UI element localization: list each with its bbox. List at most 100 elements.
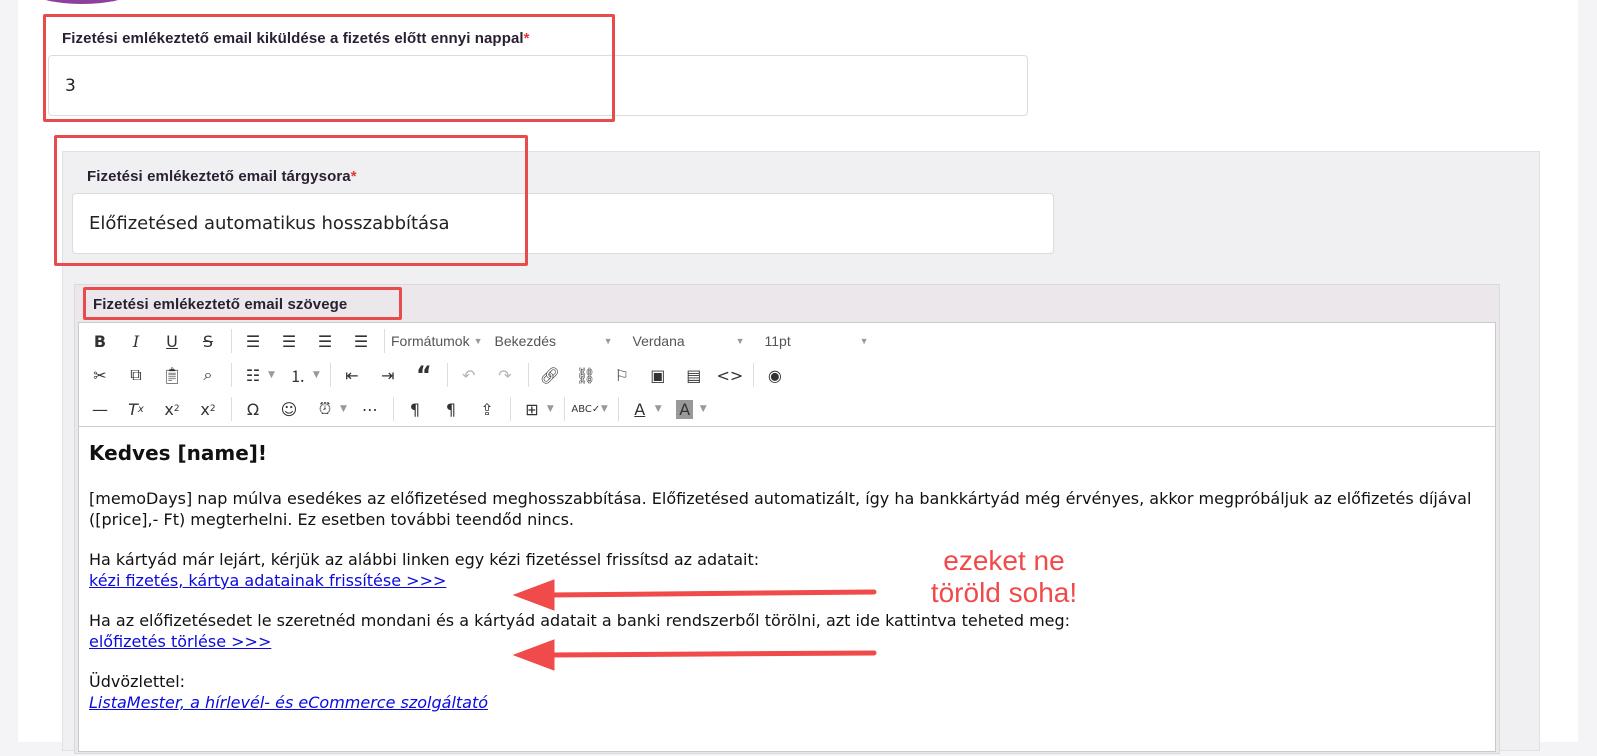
toolbar-separator: [752, 363, 754, 387]
font-size-dropdown-label: 11pt: [764, 333, 791, 349]
toolbar-separator: [446, 363, 448, 387]
toolbar-separator: [231, 329, 232, 353]
editor-toolbar: B I U S ☰ ☰ ☰ ☰ Formátumok ▼ Bekezdés ▼ Ve…: [79, 323, 1495, 427]
chevron-down-icon: ▼: [603, 336, 613, 346]
unlink-icon[interactable]: ⛓: [571, 361, 601, 389]
cut-icon[interactable]: ✂: [85, 361, 115, 389]
bookmark-icon[interactable]: ⚐: [607, 361, 637, 389]
toolbar-separator: [563, 397, 565, 421]
email-closing: Üdvözlettel: ListaMester, a hírlevél- és…: [89, 671, 1479, 713]
body-field-label: Fizetési emlékeztető email szövege: [93, 296, 347, 313]
days-label-text: Fizetési emlékeztető email kiküldése a f…: [62, 30, 524, 47]
align-justify-icon[interactable]: ☰: [346, 327, 376, 355]
align-right-icon[interactable]: ☰: [310, 327, 340, 355]
email-greeting: Kedves [name]!: [89, 441, 268, 465]
toolbar-row-3: — Tx x2 x2 Ω ☺ ⏰︎ ▼ ⋯ ¶ ¶ ⇪ ⊞ ▼ ABC✓ ▼ A…: [85, 393, 715, 425]
chevron-down-icon: ▼: [859, 336, 869, 346]
strikethrough-icon[interactable]: S: [193, 327, 223, 355]
ltr-paragraph-icon[interactable]: ¶: [400, 395, 430, 423]
rtl-paragraph-icon[interactable]: ¶: [436, 395, 466, 423]
outdent-icon[interactable]: ⇤: [337, 361, 367, 389]
underline-icon[interactable]: U: [157, 327, 187, 355]
email-paragraph-2-text: Ha kártyád már lejárt, kérjük az alábbi …: [89, 550, 760, 569]
days-input[interactable]: 3: [48, 55, 1028, 116]
toolbar-separator: [617, 397, 619, 421]
link-icon[interactable]: 🔗︎: [535, 361, 565, 389]
horizontal-rule-icon[interactable]: —: [85, 395, 115, 423]
chevron-down-icon[interactable]: ▼: [700, 404, 707, 414]
subject-input-value: Előfizetésed automatikus hosszabbítása: [89, 213, 450, 234]
toolbar-separator: [527, 363, 529, 387]
background-color-icon[interactable]: A: [670, 395, 700, 423]
numbered-list-icon[interactable]: ⒈: [283, 361, 313, 389]
editor-content[interactable]: Kedves [name]! [memoDays] nap múlva esed…: [89, 433, 1479, 732]
settings-page: Fizetési emlékeztető email kiküldése a f…: [18, 0, 1578, 754]
email-paragraph-1: [memoDays] nap múlva esedékes az előfize…: [89, 489, 1472, 529]
toolbar-separator: [392, 397, 394, 421]
email-paragraph-3-text: Ha az előfizetésedet le szeretnéd mondan…: [89, 611, 1071, 630]
toolbar-separator: [231, 363, 232, 387]
emoji-icon[interactable]: ☺: [274, 395, 304, 423]
body-label-text: Fizetési emlékeztető email szövege: [93, 296, 348, 313]
email-paragraph-3: Ha az előfizetésedet le szeretnéd mondan…: [89, 610, 1479, 652]
subject-input[interactable]: Előfizetésed automatikus hosszabbítása: [72, 193, 1054, 254]
preview-icon[interactable]: ◉: [760, 361, 790, 389]
media-icon[interactable]: ▤: [679, 361, 709, 389]
align-center-icon[interactable]: ☰: [274, 327, 304, 355]
required-mark: *: [523, 30, 530, 47]
undo-icon[interactable]: ↶: [454, 361, 484, 389]
chevron-down-icon[interactable]: ▼: [655, 404, 662, 414]
find-replace-icon[interactable]: ⌕: [193, 361, 223, 389]
subscription-cancel-link[interactable]: előfizetés törlése >>>: [89, 632, 271, 651]
chevron-down-icon: ▼: [735, 336, 745, 346]
subject-label-text: Fizetési emlékeztető email tárgysora: [87, 168, 351, 185]
image-icon[interactable]: ▣: [643, 361, 673, 389]
formats-dropdown[interactable]: Formátumok ▼: [391, 333, 483, 349]
copy-icon[interactable]: ⧉: [121, 361, 151, 389]
align-left-icon[interactable]: ☰: [238, 327, 268, 355]
text-color-icon[interactable]: A: [625, 395, 655, 423]
days-input-value: 3: [65, 75, 76, 96]
font-family-dropdown-label: Verdana: [632, 333, 685, 349]
block-dropdown-label: Bekezdés: [494, 333, 556, 349]
bold-icon[interactable]: B: [85, 327, 115, 355]
superscript-icon[interactable]: x2: [193, 395, 223, 423]
toolbar-row-2: ✂ ⧉ 📋︎ ⌕ ☷ ▼ ⒈ ▼ ⇤ ⇥ “ ↶ ↷ 🔗︎ ⛓ ⚐ ▣ ▤ <>…: [85, 359, 796, 391]
font-size-dropdown[interactable]: 11pt ▼: [765, 333, 869, 349]
annotation-text: ezeket ne töröld soha!: [904, 545, 1104, 609]
special-char-icon[interactable]: Ω: [238, 395, 268, 423]
chevron-down-icon[interactable]: ▼: [547, 404, 554, 414]
indent-icon[interactable]: ⇥: [373, 361, 403, 389]
toolbar-separator: [231, 397, 232, 421]
formats-dropdown-label: Formátumok: [391, 333, 470, 349]
signature-link[interactable]: ListaMester, a hírlevél- és eCommerce sz…: [89, 693, 488, 712]
payment-update-link[interactable]: kézi fizetés, kártya adatainak frissítés…: [89, 571, 446, 590]
upload-icon[interactable]: ⇪: [472, 395, 502, 423]
annotation-line-1: ezeket ne: [943, 545, 1065, 576]
redo-icon[interactable]: ↷: [490, 361, 520, 389]
rich-text-editor: B I U S ☰ ☰ ☰ ☰ Formátumok ▼ Bekezdés ▼ Ve…: [78, 322, 1496, 752]
paste-icon[interactable]: 📋︎: [157, 361, 187, 389]
source-code-icon[interactable]: <>: [715, 361, 745, 389]
spellcheck-icon[interactable]: ABC✓: [571, 395, 601, 423]
chevron-down-icon[interactable]: ▼: [340, 404, 347, 414]
font-family-dropdown[interactable]: Verdana ▼: [633, 333, 745, 349]
table-icon[interactable]: ⊞: [517, 395, 547, 423]
page-scrollbar[interactable]: [1583, 0, 1597, 742]
block-dropdown[interactable]: Bekezdés ▼: [495, 333, 613, 349]
required-mark: *: [350, 168, 357, 185]
page-break-icon[interactable]: ⋯: [355, 395, 385, 423]
days-field-label: Fizetési emlékeztető email kiküldése a f…: [62, 30, 530, 47]
date-time-icon[interactable]: ⏰︎: [310, 395, 340, 423]
clear-formatting-icon[interactable]: Tx: [121, 395, 151, 423]
subscript-icon[interactable]: x2: [157, 395, 187, 423]
chevron-down-icon[interactable]: ▼: [313, 370, 320, 380]
chevron-down-icon[interactable]: ▼: [268, 370, 275, 380]
toolbar-row-1: B I U S ☰ ☰ ☰ ☰ Formátumok ▼ Bekezdés ▼ Ve…: [85, 325, 881, 357]
blockquote-icon[interactable]: “: [409, 361, 439, 389]
annotation-line-2: töröld soha!: [930, 577, 1078, 608]
italic-icon[interactable]: I: [121, 327, 151, 355]
chevron-down-icon[interactable]: ▼: [601, 404, 608, 414]
email-closing-text: Üdvözlettel:: [89, 672, 186, 691]
bullet-list-icon[interactable]: ☷: [238, 361, 268, 389]
